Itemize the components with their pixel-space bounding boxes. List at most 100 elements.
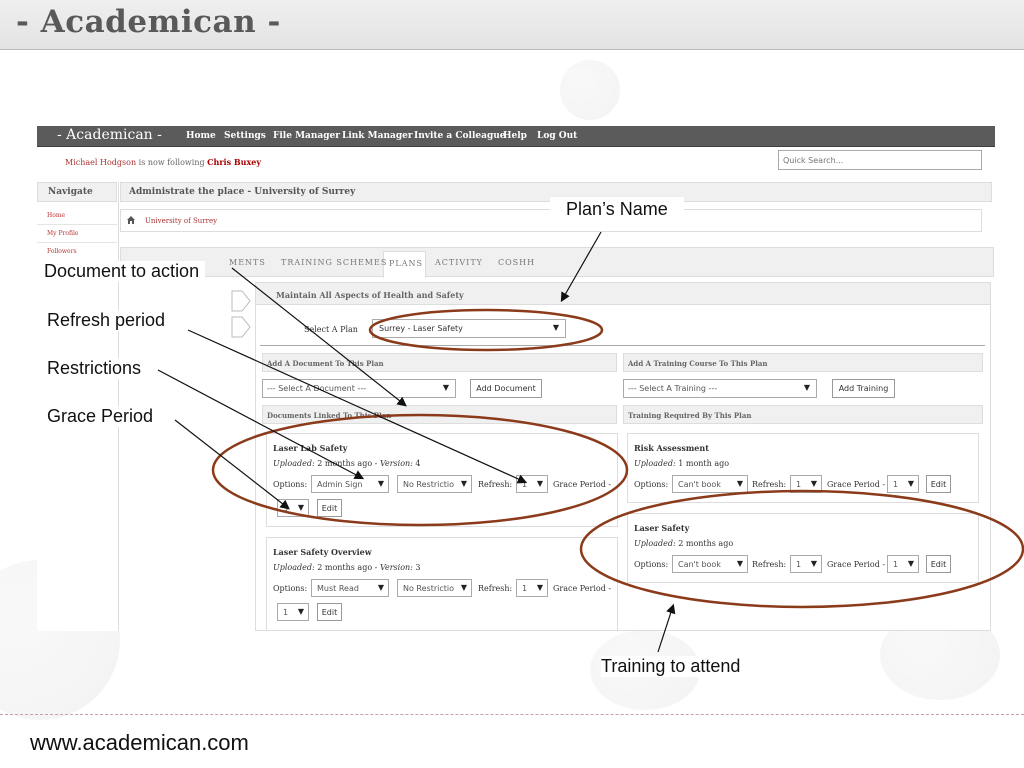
refresh-value: 1: [522, 480, 528, 489]
options-label: Options:: [634, 560, 669, 569]
dropdown-arrow-icon: ▼: [907, 559, 914, 568]
edit-button[interactable]: Edit: [926, 555, 951, 573]
document-title[interactable]: Laser Safety Overview: [273, 547, 372, 557]
option-select[interactable]: Can't book ▼: [672, 555, 748, 573]
nav-link-manager[interactable]: Link Manager: [342, 131, 413, 141]
add-document-button[interactable]: Add Document: [470, 379, 542, 398]
dropdown-arrow-icon: ▼: [442, 383, 449, 392]
document-card: Laser Lab Safety Uploaded: 2 months ago …: [266, 433, 618, 527]
uploaded-label: Uploaded:: [273, 459, 315, 468]
edit-button[interactable]: Edit: [926, 475, 951, 493]
training-select-value: --- Select A Training ---: [628, 384, 718, 393]
breadcrumb-item[interactable]: University of Surrey: [145, 217, 217, 225]
nav-log-out[interactable]: Log Out: [537, 131, 577, 141]
sidebar-divider: [37, 224, 117, 225]
options-label: Options:: [634, 480, 669, 489]
grace-period-select[interactable]: 1 ▼: [277, 603, 309, 621]
molecule-decoration: [560, 60, 620, 120]
sidebar-item-followers[interactable]: Followers: [47, 248, 77, 255]
tab-activity[interactable]: ACTIVITY: [435, 258, 483, 267]
dropdown-arrow-icon: ▼: [297, 503, 304, 512]
document-title[interactable]: Laser Lab Safety: [273, 443, 347, 453]
option-value: Must Read: [317, 584, 359, 593]
slide-title: - Academican -: [16, 4, 281, 40]
app-logo[interactable]: - Academican -: [57, 127, 162, 143]
tab-documents[interactable]: MENTS: [229, 258, 266, 267]
grace-period-value: 1: [893, 480, 899, 489]
refresh-select[interactable]: 1 ▼: [516, 475, 548, 493]
tab-training-schemes[interactable]: TRAINING SCHEMES: [281, 258, 387, 267]
restriction-select[interactable]: No Restrictio ▼: [397, 579, 472, 597]
training-select[interactable]: --- Select A Training --- ▼: [623, 379, 817, 398]
home-icon[interactable]: [126, 215, 136, 225]
training-required-heading: Training Required By This Plan: [623, 405, 983, 424]
restriction-select[interactable]: No Restrictio ▼: [397, 475, 472, 493]
refresh-select[interactable]: 1 ▼: [516, 579, 548, 597]
grace-period-value: 1: [283, 608, 289, 617]
grace-period-select[interactable]: 1 ▼: [887, 555, 919, 573]
uploaded-value: 2 months ago -: [314, 459, 380, 468]
grace-period-label: Grace Period -: [553, 480, 612, 489]
sidebar-item-my-profile[interactable]: My Profile: [47, 230, 78, 237]
grace-period-select[interactable]: 3 ▼: [277, 499, 309, 517]
option-value: Admin Sign: [317, 480, 363, 489]
dropdown-arrow-icon: ▼: [907, 479, 914, 488]
dropdown-arrow-icon: ▼: [377, 583, 384, 592]
follow-user[interactable]: Michael Hodgson: [65, 158, 136, 167]
follow-target[interactable]: Chris Buxey: [207, 157, 261, 167]
training-title[interactable]: Laser Safety: [634, 523, 689, 533]
dropdown-arrow-icon: ▼: [736, 559, 743, 568]
refresh-value: 1: [796, 560, 802, 569]
dropdown-arrow-icon: ▼: [736, 479, 743, 488]
panel-title: Maintain All Aspects of Health and Safet…: [276, 290, 464, 300]
options-label: Options:: [273, 480, 308, 489]
training-meta: Uploaded: 1 month ago: [634, 459, 729, 468]
option-select[interactable]: Must Read ▼: [311, 579, 389, 597]
restriction-value: No Restrictio: [403, 584, 455, 593]
dropdown-arrow-icon: ▼: [536, 479, 543, 488]
footer-divider: [0, 714, 1024, 715]
refresh-select[interactable]: 1 ▼: [790, 475, 822, 493]
version-value: 4: [412, 459, 421, 468]
nav-settings[interactable]: Settings: [224, 131, 266, 141]
sidebar-divider: [37, 242, 117, 243]
document-select-value: --- Select A Document ---: [267, 384, 367, 393]
chevron-right-icon[interactable]: [230, 290, 252, 312]
training-meta: Uploaded: 2 months ago: [634, 539, 733, 548]
annotation-grace-period: Grace Period: [47, 406, 154, 427]
dropdown-arrow-icon: ▼: [810, 479, 817, 488]
grace-period-label: Grace Period -: [827, 560, 886, 569]
nav-invite-colleague[interactable]: Invite a Colleague: [414, 131, 506, 141]
grace-period-select[interactable]: 1 ▼: [887, 475, 919, 493]
chevron-right-icon[interactable]: [230, 316, 252, 338]
training-title[interactable]: Risk Assessment: [634, 443, 709, 453]
follow-text: Michael Hodgson is now following Chris B…: [65, 157, 261, 167]
document-select[interactable]: --- Select A Document --- ▼: [262, 379, 456, 398]
options-label: Options:: [273, 584, 308, 593]
tab-coshh[interactable]: COSHH: [498, 258, 535, 267]
uploaded-value: 2 months ago -: [314, 563, 380, 572]
footer-url: www.academican.com: [30, 730, 249, 755]
restriction-value: No Restrictio: [403, 480, 455, 489]
refresh-select[interactable]: 1 ▼: [790, 555, 822, 573]
add-training-button[interactable]: Add Training: [832, 379, 895, 398]
sidebar-item-home[interactable]: Home: [47, 212, 65, 219]
nav-file-manager[interactable]: File Manager: [273, 131, 340, 141]
grace-period-label: Grace Period -: [553, 584, 612, 593]
nav-help[interactable]: Help: [503, 131, 527, 141]
activity-row: Michael Hodgson is now following Chris B…: [37, 150, 995, 174]
dropdown-arrow-icon: ▼: [297, 607, 304, 616]
refresh-label: Refresh:: [752, 480, 787, 489]
quick-search-input[interactable]: [778, 150, 982, 170]
plan-select[interactable]: Surrey - Laser Safety ▼: [372, 319, 566, 338]
dropdown-arrow-icon: ▼: [810, 559, 817, 568]
option-select[interactable]: Admin Sign ▼: [311, 475, 389, 493]
tab-plans[interactable]: PLANS: [389, 259, 423, 268]
edit-button[interactable]: Edit: [317, 499, 342, 517]
add-document-heading: Add A Document To This Plan: [262, 353, 617, 372]
uploaded-value: 2 months ago: [675, 539, 734, 548]
edit-button[interactable]: Edit: [317, 603, 342, 621]
nav-home[interactable]: Home: [186, 131, 216, 141]
annotation-plans-name: Plan’s Name: [550, 196, 684, 222]
option-select[interactable]: Can't book ▼: [672, 475, 748, 493]
